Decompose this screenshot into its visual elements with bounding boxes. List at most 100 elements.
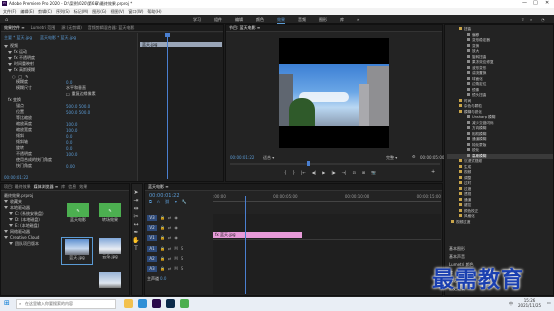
track-header[interactable]: V3 🔒 ⇄ ◉ [147, 214, 211, 221]
file-explorer-icon[interactable] [124, 299, 133, 308]
workspace-more-icon[interactable]: » [357, 17, 359, 24]
thumb-item[interactable]: 蓝天.jpg [61, 237, 93, 265]
hand-tool-icon[interactable]: ✋ [132, 236, 140, 244]
go-to-in-button[interactable]: |← [301, 170, 306, 175]
taskbar-search[interactable]: ⌕ 在这里输入你要搜索的内容 [16, 299, 116, 309]
windows-start-icon[interactable]: ⊞ [4, 300, 10, 307]
timeline-ruler[interactable]: :00:00 00:00:05:00 00:00:10:00 00:00:15:… [213, 194, 441, 202]
pen-mask-icon[interactable]: ✎ [25, 74, 28, 79]
photoshop-icon[interactable] [166, 299, 175, 308]
effect-item[interactable]: 视频过渡 [447, 219, 553, 226]
notifications-icon[interactable]: ◔ [541, 17, 545, 22]
premiere-icon[interactable] [152, 299, 161, 308]
track-header[interactable]: A1 🔒 ⇄ M S [147, 245, 211, 252]
lift-button[interactable]: ⊡ [352, 170, 355, 175]
snap-icon[interactable]: ∩ [157, 199, 160, 204]
timeline-playhead[interactable] [245, 196, 246, 294]
tab-project[interactable]: 项目: 最终效果 [4, 184, 31, 190]
panel-list-item[interactable]: 基本图形 [449, 245, 549, 253]
language-indicator[interactable]: 中 [509, 301, 513, 307]
master-level[interactable]: 0.0 [160, 276, 166, 281]
thumb-item[interactable] [95, 271, 125, 293]
selection-tool-icon[interactable]: ➤ [132, 188, 140, 196]
edge-icon[interactable] [138, 299, 147, 308]
timeline-clip[interactable]: fx 蓝天.jpg [213, 232, 302, 238]
step-forward-button[interactable]: |▶ [331, 170, 335, 175]
program-timecode-left[interactable]: 00:00:01:22 [230, 155, 254, 160]
track-header[interactable]: V1 🔒 ⇄ ◉ [147, 234, 211, 241]
param-value[interactable]: 500.0 500.0 [66, 104, 90, 109]
tab-source[interactable]: 源:(无剪辑) [61, 25, 81, 31]
param-value[interactable]: 0.0 [66, 146, 72, 151]
mark-in-button[interactable]: { [284, 170, 287, 175]
rect-mask-icon[interactable]: □ [19, 74, 23, 79]
mark-out-button[interactable]: } [293, 170, 296, 175]
settings-icon[interactable]: 🔧 [182, 199, 187, 204]
razor-tool-icon[interactable]: ✂ [132, 212, 140, 220]
slip-tool-icon[interactable]: ↔ [132, 220, 140, 228]
eye-icon[interactable]: ◉ [174, 215, 178, 220]
param-value[interactable]: 100.0 [66, 122, 77, 127]
home-icon[interactable]: ⌂ [5, 17, 8, 23]
tab-program[interactable]: 节目: 蓝天电影 ≡ [229, 25, 260, 31]
workspace-audio[interactable]: 音频 [298, 17, 306, 24]
param-value[interactable]: 0.0 [66, 134, 72, 139]
fit-dropdown[interactable]: 适合 ▾ [263, 155, 274, 161]
drive-tree-item[interactable]: 团队项目版本 [4, 241, 64, 247]
sync-icon[interactable]: ⇄ [168, 256, 171, 261]
tab-libraries[interactable]: 库 [61, 184, 65, 190]
clip-bar[interactable]: 蓝天.jpg [140, 42, 222, 47]
step-back-button[interactable]: ◀| [312, 170, 316, 175]
param-value[interactable]: 500.0 500.0 [66, 110, 90, 115]
workspace-assembly[interactable]: 组件 [214, 17, 222, 24]
wechat-icon[interactable] [180, 299, 189, 308]
quality-dropdown[interactable]: 完整 ▾ [386, 155, 397, 161]
sync-icon[interactable]: ⇄ [168, 235, 171, 240]
tab-effects[interactable]: 效果 [79, 184, 87, 190]
workspace-editing[interactable]: 编辑 [235, 17, 243, 24]
effect-controls-timecode[interactable]: 00:00:01:22 [4, 175, 28, 180]
eye-icon[interactable]: ◉ [174, 225, 178, 230]
solo-icon[interactable]: S [181, 256, 184, 261]
sync-icon[interactable]: ⇄ [168, 246, 171, 251]
track-header[interactable]: A2 🔒 ⇄ M S [147, 255, 211, 262]
workspace-libraries[interactable]: 库 [340, 17, 344, 24]
scrub-bar[interactable] [230, 161, 440, 166]
workspace-learn[interactable]: 学习 [193, 17, 201, 24]
tab-media-browser[interactable]: 媒体浏览器 ≡ [34, 184, 59, 190]
wrench-icon[interactable]: ⚙ [412, 154, 416, 159]
solo-icon[interactable]: S [181, 246, 184, 251]
panel-list-item[interactable]: 基本声音 [449, 253, 549, 261]
sync-icon[interactable]: ⇄ [168, 225, 171, 230]
workspace-effects[interactable]: 效果 [277, 17, 285, 24]
lock-icon[interactable]: 🔒 [160, 225, 165, 230]
track-header[interactable]: V2 🔒 ⇄ ◉ [147, 224, 211, 231]
tab-sequence[interactable]: 蓝天电影 ≡ [148, 184, 169, 190]
nest-icon[interactable]: ⧉ [149, 199, 152, 204]
lock-icon[interactable]: 🔒 [160, 235, 165, 240]
mute-icon[interactable]: M [174, 266, 177, 271]
track-header[interactable]: 主声道 0.0 [147, 275, 211, 282]
ellipse-mask-icon[interactable]: ○ [12, 74, 16, 79]
tab-info[interactable]: 信息 [68, 184, 76, 190]
type-tool-icon[interactable]: T [132, 244, 140, 252]
playhead[interactable] [167, 33, 168, 179]
eye-icon[interactable]: ◉ [174, 235, 178, 240]
track-select-tool-icon[interactable]: ⇥ [132, 196, 140, 204]
lock-icon[interactable]: 🔒 [160, 246, 165, 251]
mute-icon[interactable]: M [174, 246, 177, 251]
pen-tool-icon[interactable]: ✒ [132, 228, 140, 236]
param-value[interactable]: 0.0 [66, 140, 72, 145]
solo-icon[interactable]: S [181, 266, 184, 271]
checkbox-icon[interactable]: ☐ [66, 92, 70, 97]
mute-icon[interactable]: M [174, 256, 177, 261]
sync-icon[interactable]: ⇄ [168, 266, 171, 271]
workspace-graphics[interactable]: 图形 [319, 17, 327, 24]
maximize-button[interactable]: □ [533, 0, 538, 6]
thumb-item[interactable]: ✎ 蓝天电影 [63, 203, 93, 229]
param-value[interactable]: 0.0 [66, 80, 72, 85]
scrub-playhead[interactable] [307, 161, 310, 166]
source-clip-label[interactable]: 主要 * 蓝天.jpg [4, 35, 32, 41]
workspace-color[interactable]: 颜色 [256, 17, 264, 24]
playhead-marker-icon[interactable] [165, 33, 170, 37]
